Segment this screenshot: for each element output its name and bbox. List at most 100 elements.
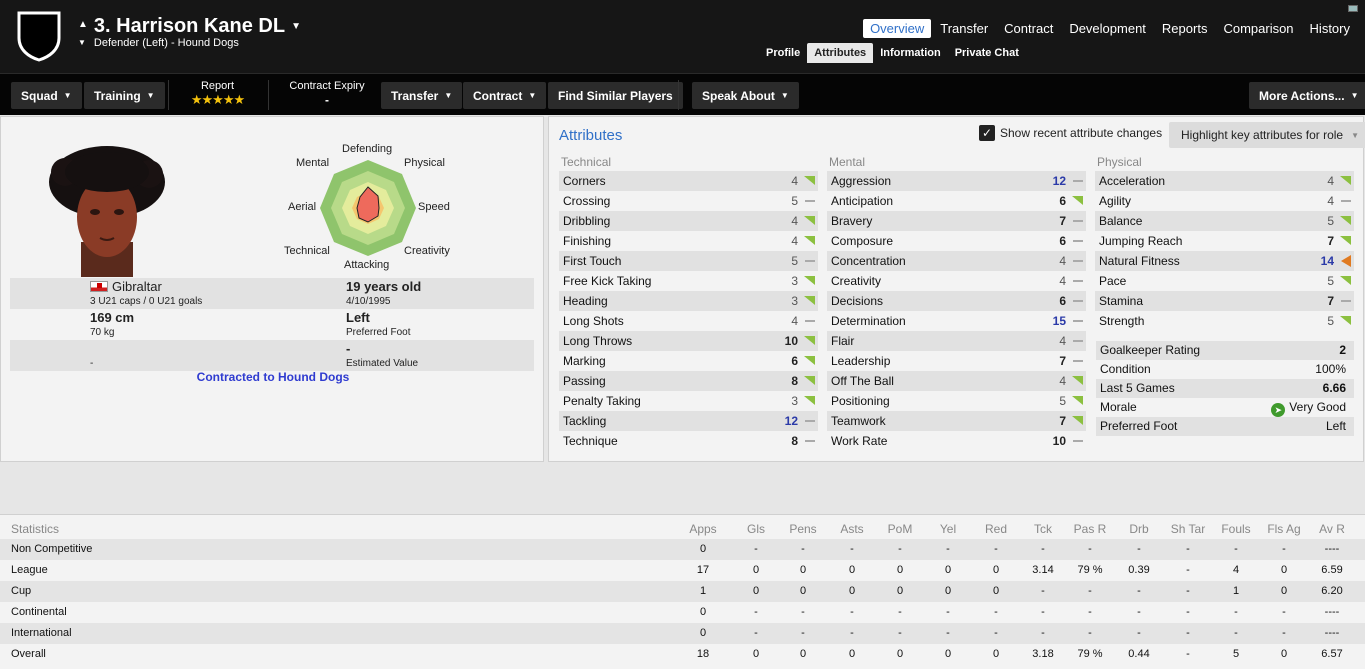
stats-cell: - — [754, 627, 758, 639]
squad-button[interactable]: Squad ▼ — [11, 82, 82, 109]
stats-row-cup[interactable]: Cup 1 0 0 0 0 0 0 - - - - 1 0 6.20 — [0, 581, 1365, 602]
attribute-row-pace[interactable]: Pace 5 — [1095, 271, 1354, 291]
trend-up-icon — [804, 335, 815, 346]
attribute-row-technique[interactable]: Technique 8 — [559, 431, 818, 451]
attribute-row-crossing[interactable]: Crossing 5 — [559, 191, 818, 211]
stats-cell: 0 — [896, 648, 904, 660]
show-changes-checkbox[interactable]: ✓ Show recent attribute changes — [979, 125, 1162, 141]
attribute-row-anticipation[interactable]: Anticipation 6 — [827, 191, 1086, 211]
attribute-row-corners[interactable]: Corners 4 — [559, 171, 818, 191]
stats-row-international[interactable]: International 0- - - - - - - - - - - - ---- — [0, 623, 1365, 644]
stats-row-label: International — [11, 627, 72, 639]
subtab-private-chat[interactable]: Private Chat — [948, 43, 1026, 63]
summary-label: Condition — [1100, 362, 1151, 376]
attribute-row-long-throws[interactable]: Long Throws 10 — [559, 331, 818, 351]
stats-cell: - — [1186, 564, 1190, 576]
subtab-attributes[interactable]: Attributes — [807, 43, 874, 63]
attribute-row-free-kick-taking[interactable]: Free Kick Taking 3 — [559, 271, 818, 291]
radar-label-physical: Physical — [404, 157, 445, 169]
player-menu-icon[interactable]: ▼ — [291, 21, 301, 32]
report-widget[interactable]: Report ★★★★★ — [180, 80, 255, 108]
previous-player-icon[interactable]: ▲ — [78, 19, 88, 30]
subtab-profile[interactable]: Profile — [759, 43, 807, 63]
attribute-row-teamwork[interactable]: Teamwork 7 — [827, 411, 1086, 431]
attribute-row-strength[interactable]: Strength 5 — [1095, 311, 1354, 331]
summary-value: 100% — [1315, 362, 1346, 376]
attribute-row-acceleration[interactable]: Acceleration 4 — [1095, 171, 1354, 191]
attribute-row-creativity[interactable]: Creativity 4 — [827, 271, 1086, 291]
attribute-row-concentration[interactable]: Concentration 4 — [827, 251, 1086, 271]
trend-up-icon — [804, 215, 815, 226]
stats-cell: Asts — [840, 522, 864, 536]
report-stars: ★★★★★ — [190, 92, 245, 107]
attribute-row-composure[interactable]: Composure 6 — [827, 231, 1086, 251]
attribute-row-dribbling[interactable]: Dribbling 4 — [559, 211, 818, 231]
attribute-row-aggression[interactable]: Aggression 12 — [827, 171, 1086, 191]
attribute-row-balance[interactable]: Balance 5 — [1095, 211, 1354, 231]
attribute-row-tackling[interactable]: Tackling 12 — [559, 411, 818, 431]
attribute-row-decisions[interactable]: Decisions 6 — [827, 291, 1086, 311]
tab-history[interactable]: History — [1303, 19, 1357, 38]
attribute-row-flair[interactable]: Flair 4 — [827, 331, 1086, 351]
physical-column-title: Physical — [1097, 155, 1142, 169]
attribute-value: 5 — [1327, 214, 1334, 228]
stats-cell: 0 — [992, 564, 1000, 576]
attribute-row-finishing[interactable]: Finishing 4 — [559, 231, 818, 251]
attribute-row-passing[interactable]: Passing 8 — [559, 371, 818, 391]
next-player-icon[interactable]: ▼ — [78, 38, 86, 47]
tab-transfer[interactable]: Transfer — [933, 19, 995, 38]
tab-overview[interactable]: Overview — [863, 19, 932, 38]
attribute-row-determination[interactable]: Determination 15 — [827, 311, 1086, 331]
attribute-row-agility[interactable]: Agility 4 — [1095, 191, 1354, 211]
attribute-row-heading[interactable]: Heading 3 — [559, 291, 818, 311]
stats-row-continental[interactable]: Continental 0- - - - - - - - - - - - ---- — [0, 602, 1365, 623]
player-name[interactable]: ▲ 3. Harrison Kane DL ▼ — [78, 15, 301, 38]
subtab-information[interactable]: Information — [873, 43, 948, 63]
stats-cell: 0 — [752, 564, 760, 576]
highlight-key-attributes-dropdown[interactable]: Highlight key attributes for role ▼ — [1169, 122, 1365, 148]
more-actions-button[interactable]: More Actions... ▼ — [1249, 82, 1365, 109]
attribute-value: 12 — [1052, 174, 1066, 188]
attribute-row-jumping-reach[interactable]: Jumping Reach 7 — [1095, 231, 1354, 251]
chevron-down-icon: ▼ — [1351, 130, 1359, 140]
nationality[interactable]: Gibraltar — [90, 279, 162, 294]
attribute-row-penalty-taking[interactable]: Penalty Taking 3 — [559, 391, 818, 411]
attribute-row-off-the-ball[interactable]: Off The Ball 4 — [827, 371, 1086, 391]
attribute-row-first-touch[interactable]: First Touch 5 — [559, 251, 818, 271]
tab-contract[interactable]: Contract — [997, 19, 1060, 38]
tab-comparison[interactable]: Comparison — [1216, 19, 1300, 38]
attribute-row-long-shots[interactable]: Long Shots 4 — [559, 311, 818, 331]
attribute-row-stamina[interactable]: Stamina 7 — [1095, 291, 1354, 311]
tab-development[interactable]: Development — [1062, 19, 1153, 38]
stats-row-overall[interactable]: Overall 18 0 0 0 0 0 0 3.18 79 % 0.44 - 5 0 6.57 — [0, 644, 1365, 665]
attribute-row-bravery[interactable]: Bravery 7 — [827, 211, 1086, 231]
radar-label-defending: Defending — [342, 143, 393, 155]
stats-cell: 0 — [944, 585, 952, 597]
contract-button[interactable]: Contract ▼ — [463, 82, 547, 109]
stats-cell: 0 — [752, 648, 760, 660]
stats-cell: 18 — [696, 648, 710, 660]
attribute-name: Strength — [1099, 314, 1145, 328]
stats-row-non-competitive[interactable]: Non Competitive 0- - - - - - - - - - - - ---- — [0, 539, 1365, 560]
attribute-row-work-rate[interactable]: Work Rate 10 — [827, 431, 1086, 451]
transfer-button[interactable]: Transfer ▼ — [381, 82, 463, 109]
training-button[interactable]: Training ▼ — [84, 82, 165, 109]
contracted-to-link[interactable]: Contracted to Hound Dogs — [1, 370, 545, 384]
trend-flat-icon — [1072, 355, 1083, 366]
checkmark-icon: ✓ — [979, 125, 995, 141]
stats-row-league[interactable]: League 17 0 0 0 0 0 0 3.14 79 % 0.39 - 4 0 6.59 — [0, 560, 1365, 581]
attribute-row-leadership[interactable]: Leadership 7 — [827, 351, 1086, 371]
find-similar-players-button[interactable]: Find Similar Players — [548, 82, 683, 109]
attribute-name: Leadership — [831, 354, 891, 368]
tab-reports[interactable]: Reports — [1155, 19, 1215, 38]
attribute-name: Penalty Taking — [563, 394, 641, 408]
attribute-row-marking[interactable]: Marking 6 — [559, 351, 818, 371]
attribute-row-natural-fitness[interactable]: Natural Fitness 14 — [1095, 251, 1354, 271]
trend-flat-icon — [1072, 315, 1083, 326]
attribute-name: Long Throws — [563, 334, 633, 348]
stats-cell: - — [850, 606, 854, 618]
speak-about-button[interactable]: Speak About ▼ — [692, 82, 799, 109]
stats-cell: 0 — [1280, 585, 1288, 597]
contract-expiry: Contract Expiry - — [289, 80, 365, 107]
attribute-row-positioning[interactable]: Positioning 5 — [827, 391, 1086, 411]
